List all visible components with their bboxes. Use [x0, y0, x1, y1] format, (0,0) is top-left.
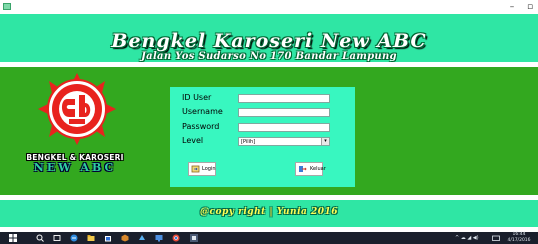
footer-banner: @copy right | Yunia 2016	[0, 200, 538, 227]
netbeans-icon[interactable]	[121, 234, 129, 242]
search-icon[interactable]	[36, 234, 44, 242]
keluar-button[interactable]: Keluar	[295, 162, 326, 176]
app-icon-blue[interactable]	[138, 234, 146, 242]
minimize-button[interactable]: –	[505, 0, 519, 14]
main-area: BENGKEL & KAROSERI NEW ABC ID User Usern…	[0, 67, 538, 195]
username-label: Username	[182, 107, 223, 116]
app-icon-monitor[interactable]	[155, 234, 163, 242]
gear-logo-icon	[38, 73, 116, 145]
login-button-label: Login	[202, 166, 216, 172]
windows-start-icon[interactable]	[9, 234, 17, 242]
chrome-icon[interactable]	[172, 234, 180, 242]
app-address: Jalan Yos Sudarso No 170 Bandar Lampung	[141, 51, 397, 62]
keyboard-icon[interactable]	[492, 234, 500, 242]
active-java-app-icon[interactable]	[190, 234, 198, 242]
logo-brand: NEW ABC	[33, 161, 117, 174]
window-titlebar: – ▫	[0, 0, 538, 15]
password-label: Password	[182, 122, 220, 131]
id-user-input[interactable]	[238, 94, 330, 103]
header-banner: Bengkel Karoseri New ABC Jalan Yos Sudar…	[0, 14, 538, 62]
app-icon	[3, 3, 11, 10]
level-selected-value: [Pilih]	[241, 139, 256, 145]
clock-date: 4/17/2016	[507, 238, 531, 243]
level-label: Level	[182, 136, 204, 145]
system-tray-icons[interactable]: ^ ☁ ◢ ◀)	[455, 234, 479, 242]
task-view-icon[interactable]	[53, 234, 61, 242]
exit-icon	[299, 166, 307, 172]
taskbar: ^ ☁ ◢ ◀) 16:44 4/17/2016	[0, 232, 538, 244]
password-input[interactable]	[238, 123, 330, 132]
company-logo	[36, 73, 118, 145]
clock[interactable]: 16:44 4/17/2016	[506, 232, 532, 244]
level-select[interactable]: [Pilih] ▾	[238, 137, 330, 146]
login-icon	[191, 165, 200, 173]
chevron-down-icon[interactable]: ▾	[321, 138, 329, 145]
username-input[interactable]	[238, 108, 330, 117]
login-button[interactable]: Login	[188, 162, 216, 176]
app-title: Bengkel Karoseri New ABC	[111, 30, 427, 52]
keluar-button-label: Keluar	[310, 166, 326, 172]
edge-browser-icon[interactable]	[70, 234, 78, 242]
id-user-label: ID User	[182, 93, 212, 102]
copyright-text: @copy right | Yunia 2016	[200, 207, 338, 217]
login-panel: ID User Username Password Level [Pilih] …	[170, 87, 355, 187]
maximize-button[interactable]: ▫	[523, 0, 537, 14]
file-explorer-icon[interactable]	[87, 234, 95, 242]
store-icon[interactable]	[104, 234, 112, 242]
